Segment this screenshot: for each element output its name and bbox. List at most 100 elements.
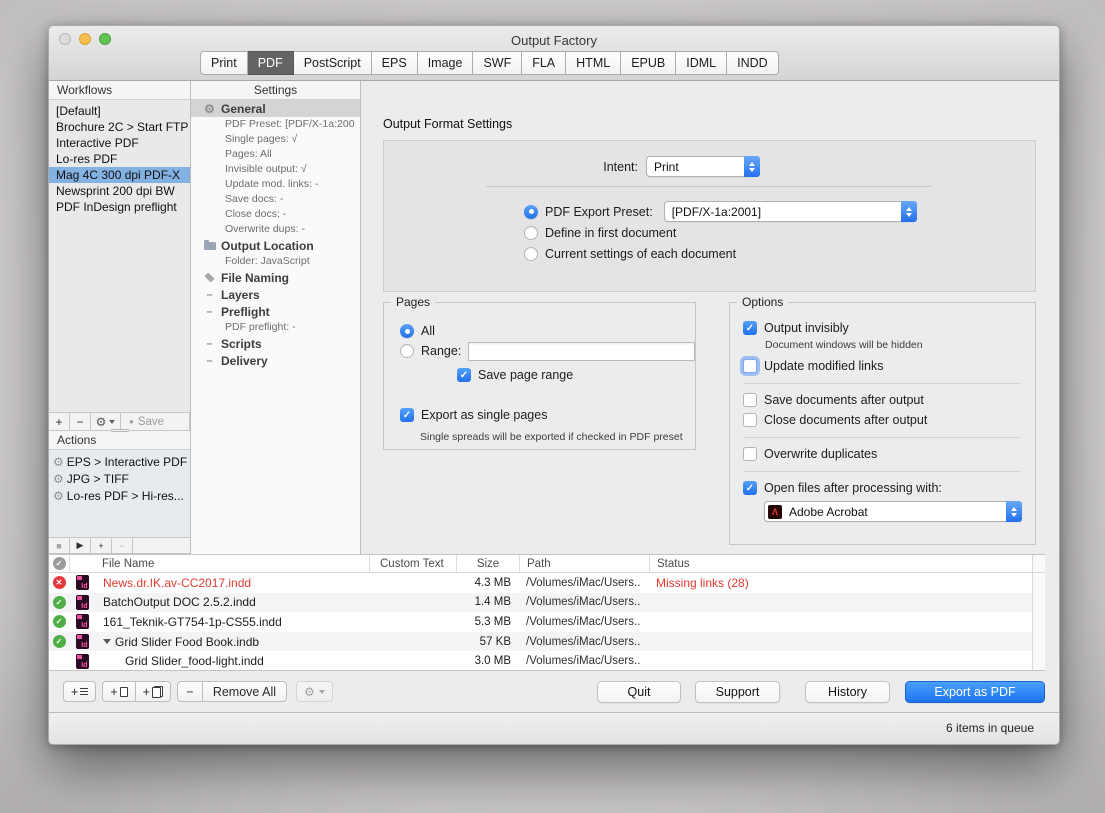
custom-text-cell[interactable] <box>369 635 456 649</box>
workflow-item-mag-4c-300-dpi-pdf-x[interactable]: Mag 4C 300 dpi PDF-X <box>49 167 190 183</box>
workflow-item-pdf-indesign-preflight[interactable]: PDF InDesign preflight <box>49 199 190 215</box>
radio-current-settings-of-each-document[interactable] <box>524 247 538 261</box>
checkbox-close-documents-after-output[interactable] <box>743 413 757 427</box>
add-workflow-button[interactable]: + <box>49 413 70 430</box>
table-scrollbar[interactable] <box>1032 555 1045 670</box>
close-button[interactable] <box>59 33 71 45</box>
checkbox-update-modified-links[interactable] <box>743 359 757 373</box>
pdf-preset-dropdown[interactable]: [PDF/X-1a:2001] <box>664 201 917 222</box>
custom-text-column-header[interactable]: Custom Text <box>369 555 456 572</box>
minimize-button[interactable] <box>79 33 91 45</box>
custom-text-cell[interactable] <box>369 654 456 668</box>
custom-text-cell[interactable] <box>369 615 456 629</box>
remove-all-button[interactable]: Remove All <box>203 681 287 702</box>
settings-node-general[interactable]: General <box>191 100 360 117</box>
workflow-item-interactive-pdf[interactable]: Interactive PDF <box>49 135 190 151</box>
custom-text-cell[interactable] <box>369 576 456 590</box>
table-row[interactable]: Grid Slider_food-light.indd3.0 MB/Volume… <box>49 651 1045 671</box>
tab-html[interactable]: HTML <box>566 51 621 75</box>
status-text-column-header[interactable]: Status <box>649 555 1045 572</box>
remove-action-button[interactable]: − <box>112 538 133 553</box>
save-page-range-option[interactable]: Save page range <box>457 365 695 385</box>
table-row[interactable]: 161_Teknik-GT754-1p-CS55.indd5.3 MB/Volu… <box>49 612 1045 632</box>
radio-pdf-export-preset[interactable] <box>524 205 538 219</box>
settings-node-output-location[interactable]: Output Location <box>191 237 360 254</box>
remove-item-button[interactable]: − <box>177 681 203 702</box>
tab-pdf[interactable]: PDF <box>248 51 294 75</box>
tab-fla[interactable]: FLA <box>522 51 566 75</box>
status-column-header[interactable] <box>49 555 69 572</box>
action-item-jpg-tiff[interactable]: JPG > TIFF <box>49 470 190 487</box>
option-open-files-after-processing-with[interactable]: Open files after processing with: <box>743 478 1023 498</box>
workflow-item-default[interactable]: [Default] <box>49 103 190 119</box>
option-save-documents-after-output[interactable]: Save documents after output <box>743 390 1023 410</box>
run-action-button[interactable]: ▶ <box>70 538 91 553</box>
add-file-button[interactable]: + <box>102 681 135 702</box>
radio-define-in-first-document[interactable] <box>524 226 538 240</box>
option-update-modified-links[interactable]: Update modified links <box>743 356 1023 376</box>
file-name-column-header[interactable]: File Name <box>69 555 369 572</box>
checkbox-open-files-after-processing-with[interactable] <box>743 481 757 495</box>
settings-node-file-naming[interactable]: File Naming <box>191 269 360 286</box>
action-item-eps-interactive-pdf[interactable]: EPS > Interactive PDF <box>49 453 190 470</box>
table-row[interactable]: Grid Slider Food Book.indb57 KB/Volumes/… <box>49 632 1045 652</box>
option-close-documents-after-output[interactable]: Close documents after output <box>743 410 1023 430</box>
pages-range-option[interactable]: Range: <box>400 341 695 361</box>
add-action-button[interactable]: + <box>91 538 112 553</box>
tab-image[interactable]: Image <box>418 51 474 75</box>
export-single-pages-option[interactable]: Export as single pages <box>400 405 695 425</box>
remove-workflow-button[interactable]: − <box>70 413 91 430</box>
zoom-button[interactable] <box>99 33 111 45</box>
tab-eps[interactable]: EPS <box>372 51 418 75</box>
save-workflow-button[interactable]: ●Save <box>121 413 190 430</box>
pages-all-option[interactable]: All <box>400 321 695 341</box>
tab-swf[interactable]: SWF <box>473 51 522 75</box>
preset-option-current-settings-of-each-document[interactable]: Current settings of each document <box>524 243 917 264</box>
settings-node-label: Preflight <box>221 305 270 319</box>
all-radio[interactable] <box>400 324 414 338</box>
preset-option-define-in-first-document[interactable]: Define in first document <box>524 222 917 243</box>
custom-text-cell[interactable] <box>369 595 456 609</box>
export-single-pages-checkbox[interactable] <box>400 408 414 422</box>
support-button[interactable]: Support <box>695 681 780 703</box>
size-column-header[interactable]: Size <box>456 555 519 572</box>
history-button[interactable]: History <box>805 681 890 703</box>
workflow-item-brochure-2c-start-ftp[interactable]: Brochure 2C > Start FTP <box>49 119 190 135</box>
quit-button[interactable]: Quit <box>597 681 681 703</box>
checkbox-save-documents-after-output[interactable] <box>743 393 757 407</box>
settings-node-preflight[interactable]: –Preflight <box>191 303 360 320</box>
titlebar[interactable]: Output Factory <box>49 26 1059 50</box>
table-gear-menu-button[interactable] <box>296 681 333 702</box>
option-overwrite-duplicates[interactable]: Overwrite duplicates <box>743 444 1023 464</box>
tab-print[interactable]: Print <box>200 51 248 75</box>
workflow-item-lo-res-pdf[interactable]: Lo-res PDF <box>49 151 190 167</box>
workflow-item-newsprint-200-dpi-bw[interactable]: Newsprint 200 dpi BW <box>49 183 190 199</box>
workflow-gear-menu-button[interactable] <box>91 413 121 430</box>
export-as-pdf-button[interactable]: Export as PDF <box>905 681 1045 703</box>
stop-action-button[interactable]: ■ <box>49 538 70 553</box>
add-files-button[interactable]: + <box>136 681 171 702</box>
range-input[interactable] <box>468 342 695 361</box>
checkbox-overwrite-duplicates[interactable] <box>743 447 757 461</box>
checkbox-output-invisibly[interactable] <box>743 321 757 335</box>
intent-dropdown[interactable]: Print <box>646 156 760 177</box>
action-item-lo-res-pdf-hi-res[interactable]: Lo-res PDF > Hi-res... <box>49 487 190 504</box>
option-output-invisibly[interactable]: Output invisibly <box>743 318 1023 338</box>
open-with-app-dropdown[interactable]: Adobe Acrobat <box>764 501 1022 522</box>
tab-postscript[interactable]: PostScript <box>294 51 372 75</box>
path-column-header[interactable]: Path <box>519 555 649 572</box>
settings-node-layers[interactable]: –Layers <box>191 286 360 303</box>
table-row[interactable]: News.dr.IK.av-CC2017.indd4.3 MB/Volumes/… <box>49 573 1045 593</box>
tab-idml[interactable]: IDML <box>676 51 727 75</box>
pane-splitter-grip[interactable] <box>111 429 129 432</box>
preset-option-pdf-export-preset[interactable]: PDF Export Preset:[PDF/X-1a:2001] <box>524 201 917 222</box>
tab-epub[interactable]: EPUB <box>621 51 676 75</box>
save-page-range-checkbox[interactable] <box>457 368 471 382</box>
settings-node-scripts[interactable]: –Scripts <box>191 335 360 352</box>
disclosure-triangle-icon[interactable] <box>103 639 111 644</box>
table-row[interactable]: BatchOutput DOC 2.5.2.indd1.4 MB/Volumes… <box>49 593 1045 613</box>
add-from-list-button[interactable]: + <box>63 681 96 702</box>
tab-indd[interactable]: INDD <box>727 51 779 75</box>
range-radio[interactable] <box>400 344 414 358</box>
settings-node-delivery[interactable]: –Delivery <box>191 352 360 369</box>
